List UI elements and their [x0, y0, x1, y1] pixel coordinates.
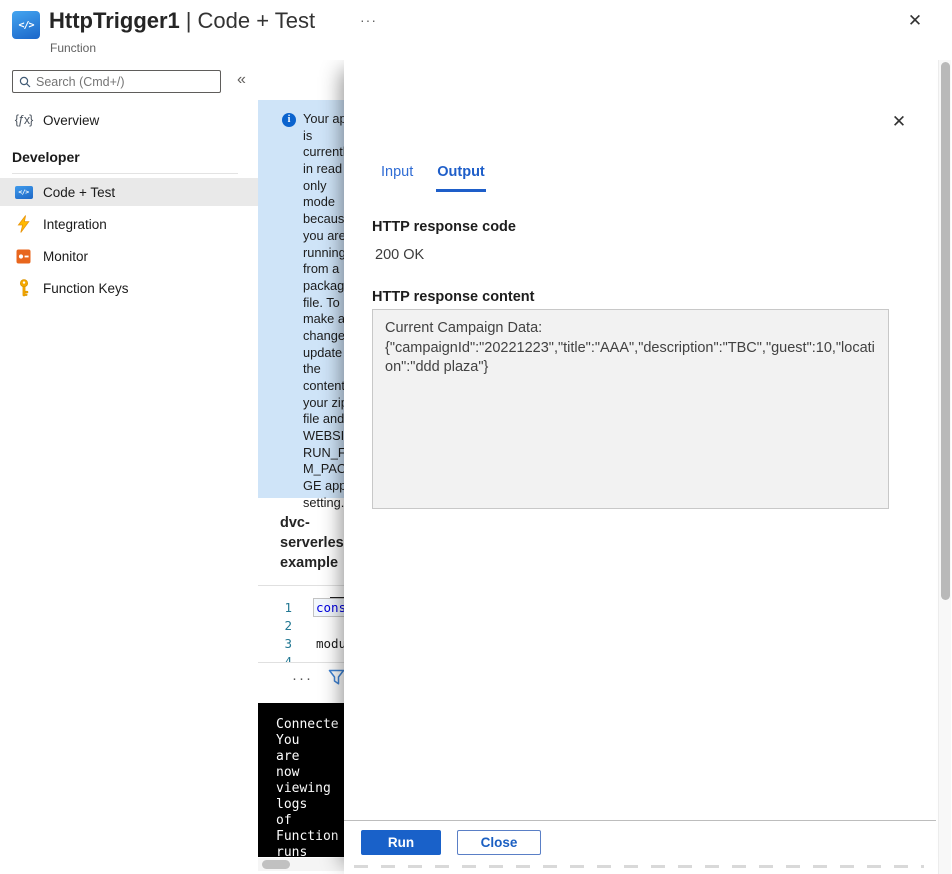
logs-toolbar: ···	[258, 668, 344, 694]
console-line: of	[276, 813, 344, 829]
banner-line: M_PACK	[303, 461, 344, 478]
banner-line: content	[303, 378, 344, 395]
banner-line: RUN_FR	[303, 445, 344, 462]
banner-line: running	[303, 245, 344, 262]
blade-header: </> HttpTrigger1|Code + Test Function ··…	[0, 0, 952, 60]
sidebar-item-code-test[interactable]: </> Code + Test	[0, 178, 258, 206]
logs-more-icon[interactable]: ···	[292, 670, 313, 687]
info-icon: i	[282, 113, 296, 127]
monitor-icon	[14, 247, 33, 265]
function-app-icon: </>	[12, 11, 40, 39]
sidebar: {ƒx} Overview Developer </> Code + Test …	[0, 105, 258, 302]
banner-line: GE app	[303, 478, 344, 495]
sidebar-item-function-keys[interactable]: Function Keys	[0, 274, 258, 302]
response-content-label: HTTP response content	[372, 289, 534, 305]
banner-line: in read	[303, 161, 344, 178]
banner-line: package	[303, 278, 344, 295]
banner-line: changes	[303, 328, 344, 345]
console-line: are	[276, 749, 344, 765]
sidebar-item-label: Function Keys	[43, 281, 129, 296]
function-editor-pane: i Your apiscurrentlin readonlymodebecaus…	[258, 60, 344, 874]
banner-line: only	[303, 178, 344, 195]
test-panel-tabs: Input Output	[381, 164, 486, 192]
line-number: 4	[258, 653, 292, 663]
vertical-scrollbar[interactable]	[938, 60, 951, 874]
code-text: cons	[316, 599, 344, 617]
banner-line: the	[303, 361, 344, 378]
vertical-scrollbar-thumb[interactable]	[941, 62, 950, 600]
line-number: 2	[258, 617, 292, 635]
banner-line: from a	[303, 261, 344, 278]
banner-line: WEBSIT	[303, 428, 344, 445]
dashed-divider	[354, 865, 924, 868]
close-button[interactable]: Close	[457, 830, 541, 855]
key-icon	[14, 279, 33, 297]
panel-close-icon[interactable]: ✕	[890, 113, 908, 131]
readonly-info-banner: i Your apiscurrentlin readonlymodebecaus…	[258, 100, 344, 498]
lightning-icon	[14, 215, 33, 233]
tab-input[interactable]: Input	[381, 164, 413, 192]
sidebar-item-label: Code + Test	[43, 185, 115, 200]
app-name-line: dvc-	[280, 513, 344, 533]
banner-line: Your ap	[303, 111, 344, 128]
console-line: Connecte	[276, 717, 344, 733]
page-title: HttpTrigger1|Code + Test	[49, 8, 315, 34]
banner-line: because	[303, 211, 344, 228]
sidebar-item-label: Integration	[43, 217, 107, 232]
console-line: now	[276, 765, 344, 781]
function-app-name: dvc-serverlessexample	[280, 513, 344, 573]
function-name: HttpTrigger1	[49, 8, 180, 33]
horizontal-scrollbar-thumb[interactable]	[262, 860, 290, 869]
line-number: 1	[258, 599, 292, 617]
app-name-line: serverless	[280, 533, 344, 553]
blade-subtitle: Function	[50, 41, 96, 55]
app-name-line: example	[280, 553, 344, 573]
search-input[interactable]	[36, 75, 214, 89]
banner-line: make an	[303, 311, 344, 328]
log-console: ConnecteYouarenowviewinglogsofFunctionru…	[258, 703, 344, 857]
filter-icon[interactable]	[328, 669, 344, 691]
blade-close-icon[interactable]: ✕	[906, 12, 924, 30]
response-code-value: 200 OK	[375, 247, 424, 263]
response-content-box: Current Campaign Data: {"campaignId":"20…	[372, 309, 889, 509]
banner-line: setting.	[303, 495, 344, 512]
blade-section-name: Code + Test	[198, 8, 316, 33]
test-result-panel: ✕ Input Output HTTP response code 200 OK…	[344, 60, 936, 874]
console-line: viewing	[276, 781, 344, 797]
overview-icon: {ƒx}	[14, 111, 33, 129]
line-number: 3	[258, 635, 292, 653]
sidebar-item-overview[interactable]: {ƒx} Overview	[0, 105, 258, 135]
banner-line: you are	[303, 228, 344, 245]
sidebar-item-integration[interactable]: Integration	[0, 210, 258, 238]
tab-output[interactable]: Output	[436, 164, 486, 192]
console-line: Function	[276, 829, 344, 845]
sidebar-section-developer: Developer	[0, 149, 258, 165]
code-editor[interactable]: 1 cons 2 3 modu 4	[258, 585, 344, 663]
code-text: modu	[316, 635, 344, 653]
banner-line: mode	[303, 194, 344, 211]
sidebar-item-label: Overview	[43, 113, 99, 128]
sidebar-item-label: Monitor	[43, 249, 88, 264]
banner-line: currentl	[303, 144, 344, 161]
title-separator: |	[180, 8, 198, 33]
banner-line: is	[303, 128, 344, 145]
banner-line: your zip	[303, 395, 344, 412]
code-test-icon: </>	[14, 183, 33, 201]
section-divider	[12, 173, 238, 174]
readonly-banner-text: Your apiscurrentlin readonlymodebecausey…	[303, 111, 344, 512]
collapse-menu-icon[interactable]: «	[237, 71, 246, 89]
run-button[interactable]: Run	[361, 830, 441, 855]
blade-more-icon[interactable]: ···	[360, 12, 377, 28]
response-code-label: HTTP response code	[372, 219, 516, 235]
horizontal-scrollbar[interactable]	[258, 858, 344, 871]
console-line: logs	[276, 797, 344, 813]
sidebar-search[interactable]	[12, 70, 221, 93]
search-icon	[19, 76, 31, 88]
console-line: You	[276, 733, 344, 749]
banner-line: file and	[303, 411, 344, 428]
banner-line: file. To	[303, 295, 344, 312]
banner-line: update	[303, 345, 344, 362]
sidebar-item-monitor[interactable]: Monitor	[0, 242, 258, 270]
